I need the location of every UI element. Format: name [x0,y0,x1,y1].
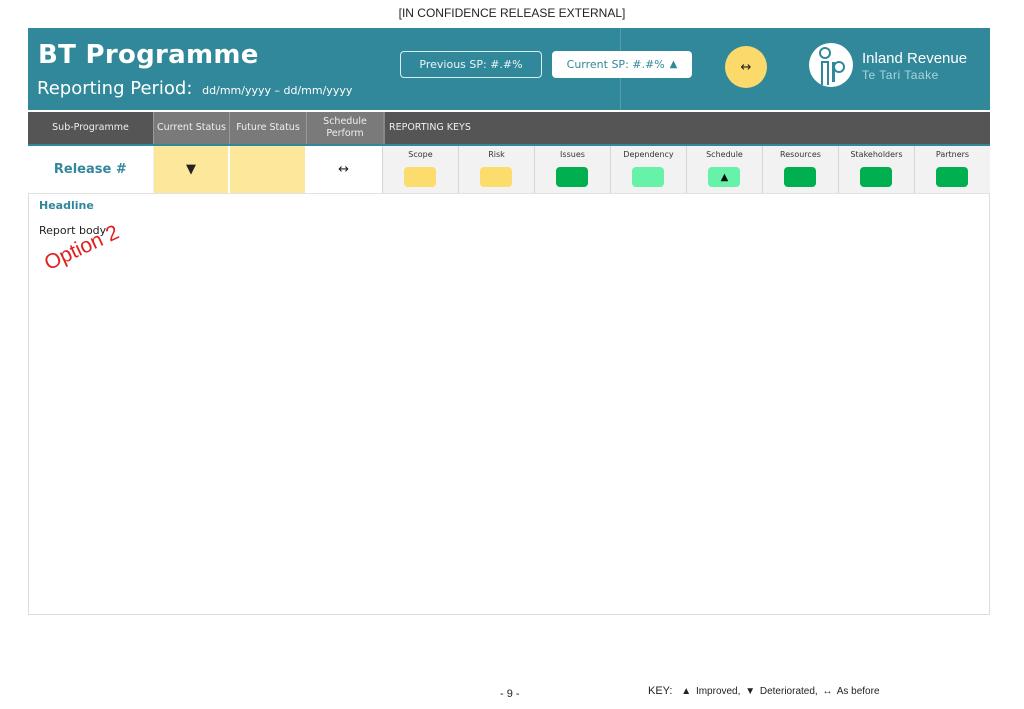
key-swatch [936,167,969,187]
key-partners: Partners [913,146,990,193]
status-table: Sub-Programme Current Status Future Stat… [28,112,990,194]
legend-as-before: As before [836,686,880,697]
key-label: Resources [780,150,821,159]
key-swatch [556,167,589,187]
key-resources: Resources [761,146,838,193]
reporting-period-dates: dd/mm/yyyy – dd/mm/yyyy [202,84,353,97]
key-risk: Risk [457,146,534,193]
key-label: Scope [408,150,433,159]
key-swatch [480,167,513,187]
double-arrow-icon: ↔ [740,59,752,75]
inland-revenue-logo: Inland Revenue Te Tari Taake [808,42,988,92]
key-label: Dependency [623,150,674,159]
key-scope: Scope [381,146,458,193]
sub-programme-name: Release # [28,146,153,193]
triangle-up-icon: ▲ [681,686,692,697]
key-stakeholders: Stakeholders [837,146,914,193]
header-banner: BT Programme Reporting Period: dd/mm/yyy… [28,28,990,110]
double-arrow-icon: ↔ [338,162,350,177]
header-current-status: Current Status [153,112,229,144]
legend-improved: Improved, [695,686,741,697]
key-swatch [784,167,817,187]
logo-subtitle: Te Tari Taake [862,68,939,82]
key-legend: KEY: ▲ Improved, ▼ Deteriorated, ↔ As be… [648,685,880,697]
key-label: Stakeholders [850,150,903,159]
reporting-period-label: Reporting Period: [37,78,193,99]
header-schedule-perform: Schedule Perform [306,112,383,144]
previous-sp-text: Previous SP: #.#% [419,58,523,71]
triangle-down-icon: ▼ [745,686,756,697]
key-label: Risk [488,150,505,159]
previous-sp-badge: Previous SP: #.#% [400,51,542,78]
future-status-cell [228,146,306,193]
key-dependency: Dependency [609,146,686,193]
key-legend-title: KEY: [648,685,673,697]
report-headline: Headline [39,199,94,212]
report-content: Headline Report body Option 2 [28,194,990,615]
double-arrow-icon: ↔ [822,686,833,697]
key-swatch: ▲ [708,167,741,187]
schedule-perform-cell: ↔ [305,146,382,193]
table-header-row: Sub-Programme Current Status Future Stat… [28,112,990,146]
header-reporting-keys: REPORTING KEYS [383,112,990,144]
key-label: Schedule [706,150,743,159]
key-schedule: Schedule ▲ [685,146,762,193]
key-issues: Issues [533,146,610,193]
key-label: Issues [560,150,585,159]
page-number: - 9 - [500,688,520,700]
current-sp-badge: Current SP: #.#% ▲ [552,51,692,78]
key-swatch [404,167,437,187]
reporting-keys: Scope Risk Issues Dependency Schedule ▲ … [381,146,990,193]
reporting-period: Reporting Period: dd/mm/yyyy – dd/mm/yyy… [37,78,352,99]
key-swatch [860,167,893,187]
overall-trend-indicator: ↔ [725,46,767,88]
header-sub-programme: Sub-Programme [28,112,153,144]
logo-name: Inland Revenue [862,50,968,67]
key-swatch [632,167,665,187]
inland-revenue-logo-icon [809,43,853,87]
header-future-status: Future Status [229,112,306,144]
triangle-down-icon: ▼ [186,162,197,177]
triangle-up-icon: ▲ [669,59,678,70]
logo-text: Inland Revenue Te Tari Taake [862,50,967,82]
page-title: BT Programme [38,40,259,70]
key-label: Partners [935,150,970,159]
legend-deteriorated: Deteriorated, [759,686,818,697]
current-sp-text: Current SP: #.#% [566,58,665,71]
table-row: Release # ▼ ↔ Scope Risk Issues Dependen… [28,146,990,194]
current-status-cell: ▼ [152,146,229,193]
classification-label: [IN CONFIDENCE RELEASE EXTERNAL] [398,6,626,20]
